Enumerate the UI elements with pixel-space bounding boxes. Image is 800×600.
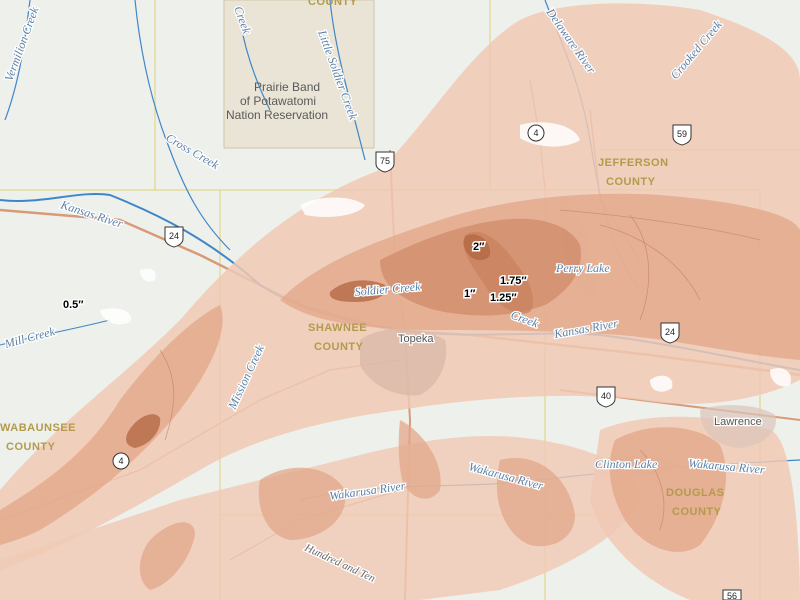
svg-text:24: 24 (665, 327, 675, 337)
contour-label-1-25: 1.25″ (490, 292, 517, 304)
topeka-label: Topeka (398, 333, 434, 345)
contour-label-2: 2″ (473, 241, 485, 253)
jefferson-county-label-2: COUNTY (606, 176, 656, 188)
k-4-shield-south: 4 (112, 452, 130, 470)
svg-text:24: 24 (169, 231, 179, 241)
svg-text:4: 4 (533, 128, 538, 138)
us-40-shield: 40 (596, 386, 616, 408)
us-24-shield-east: 24 (660, 322, 680, 344)
wabaunsee-county-label-2: COUNTY (6, 441, 56, 453)
county-label-top: COUNTY (308, 0, 358, 8)
svg-text:40: 40 (601, 391, 611, 401)
douglas-county-label-1: DOUGLAS (666, 487, 725, 499)
reservation-label-3: Nation Reservation (226, 108, 328, 122)
svg-text:4: 4 (118, 456, 123, 466)
k-4-shield-north: 4 (527, 124, 545, 142)
svg-text:75: 75 (380, 156, 390, 166)
us-59-shield: 59 (672, 124, 692, 146)
us-24-shield-west: 24 (164, 226, 184, 248)
douglas-county-label-2: COUNTY (672, 506, 722, 518)
contour-label-1-75: 1.75″ (500, 275, 527, 287)
hail-swath-map[interactable]: 75 24 24 59 40 4 4 56 Vermilion Creek Li… (0, 0, 800, 600)
reservation-label-2: of Potawatomi (240, 94, 316, 108)
svg-text:56: 56 (727, 591, 737, 600)
shawnee-county-label-1: SHAWNEE (308, 322, 367, 334)
wabaunsee-county-label-1: WABAUNSEE (0, 422, 76, 434)
svg-text:59: 59 (677, 129, 687, 139)
contour-label-1: 1″ (464, 288, 476, 300)
reservation-label-1: Prairie Band (254, 80, 320, 94)
lawrence-label: Lawrence (714, 416, 762, 428)
jefferson-county-label-1: JEFFERSON (598, 157, 669, 169)
route-56-shield: 56 (722, 589, 742, 600)
us-75-shield: 75 (375, 151, 395, 173)
clinton-lake-label: Clinton Lake (595, 457, 658, 471)
perry-lake-label: Perry Lake (555, 261, 610, 275)
shawnee-county-label-2: COUNTY (314, 341, 364, 353)
contour-label-0-5: 0.5″ (63, 299, 84, 311)
